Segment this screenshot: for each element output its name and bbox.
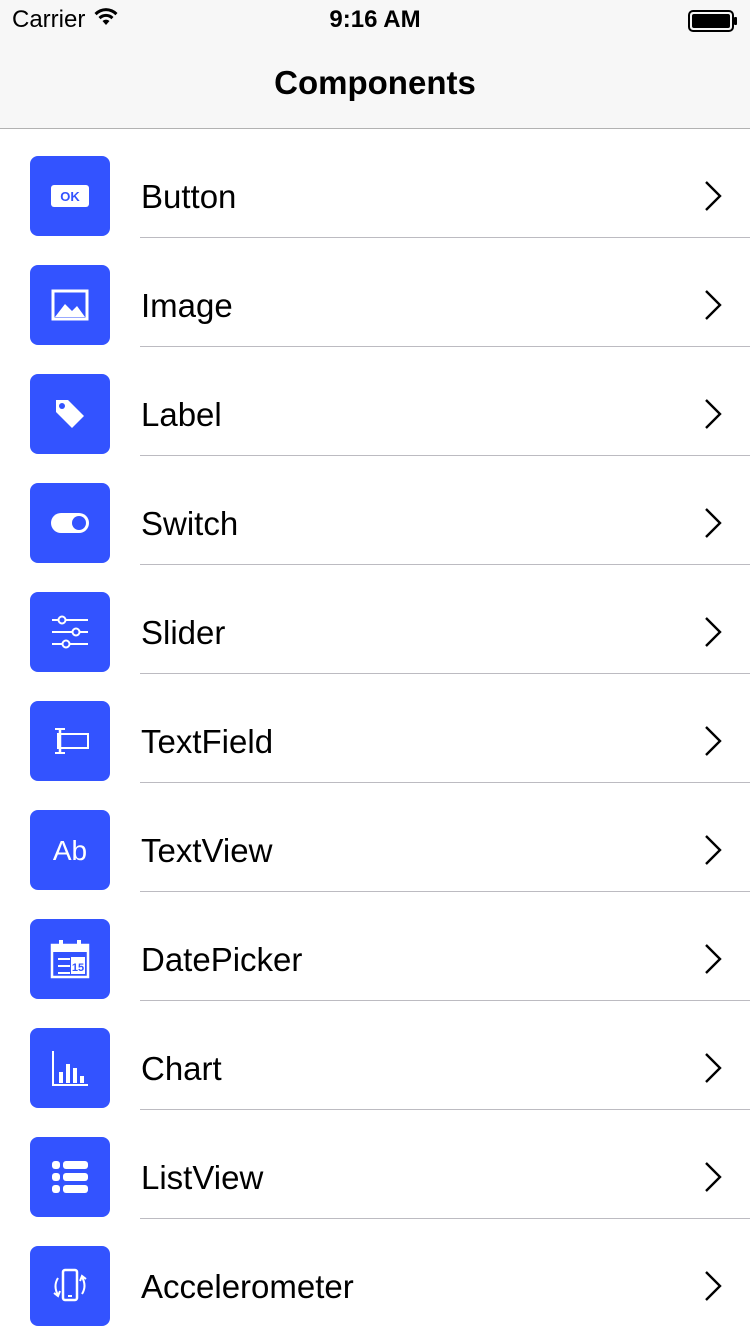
ok-icon-text: OK	[60, 189, 80, 204]
list-item-button[interactable]: OK Button	[0, 129, 750, 238]
list-item-switch[interactable]: Switch	[0, 456, 750, 565]
chevron-right-icon	[704, 834, 722, 871]
chevron-right-icon	[704, 943, 722, 980]
list-icon	[30, 1137, 110, 1217]
navigation-bar: Components	[0, 40, 750, 129]
bar-chart-icon	[30, 1028, 110, 1108]
list-item-textview[interactable]: Ab TextView	[0, 783, 750, 892]
components-list: OK Button Image Label Switch Slider Text…	[0, 129, 750, 1328]
list-item-datepicker[interactable]: 15 DatePicker	[0, 892, 750, 1001]
text-field-icon	[30, 701, 110, 781]
list-item-accelerometer[interactable]: Accelerometer	[0, 1219, 750, 1328]
chevron-right-icon	[704, 1270, 722, 1307]
list-item-label: ListView	[141, 1159, 264, 1196]
list-item-label: Switch	[141, 505, 239, 542]
list-item-label: Chart	[141, 1050, 222, 1087]
chevron-right-icon	[704, 725, 722, 762]
chevron-right-icon	[704, 1161, 722, 1198]
toggle-icon	[30, 483, 110, 563]
calendar-icon: 15	[30, 919, 110, 999]
list-item-label: Slider	[141, 614, 226, 651]
list-item-label: Button	[141, 178, 237, 215]
sliders-icon	[30, 592, 110, 672]
clock: 9:16 AM	[329, 6, 421, 33]
page-title: Components	[274, 64, 476, 101]
ab-icon-text: Ab	[53, 835, 87, 866]
list-item-slider[interactable]: Slider	[0, 565, 750, 674]
image-icon	[30, 265, 110, 345]
chevron-right-icon	[704, 507, 722, 544]
list-item-image[interactable]: Image	[0, 238, 750, 347]
status-bar: Carrier 9:16 AM	[0, 0, 750, 40]
list-item-label: TextField	[141, 723, 274, 760]
list-item-listview[interactable]: ListView	[0, 1110, 750, 1219]
list-item-textfield[interactable]: TextField	[0, 674, 750, 783]
chevron-right-icon	[704, 1052, 722, 1089]
list-item-label: DatePicker	[141, 941, 303, 978]
ok-button-icon: OK	[30, 156, 110, 236]
tag-icon	[30, 374, 110, 454]
chevron-right-icon	[704, 616, 722, 653]
battery-icon	[688, 10, 738, 37]
calendar-day-text: 15	[72, 962, 84, 974]
phone-rotate-icon	[30, 1246, 110, 1326]
chevron-right-icon	[704, 398, 722, 435]
list-item-label: Label	[141, 396, 222, 433]
chevron-right-icon	[704, 289, 722, 326]
list-item-label: Accelerometer	[141, 1268, 354, 1305]
list-item-label-component[interactable]: Label	[0, 347, 750, 456]
list-item-label: Image	[141, 287, 233, 324]
text-ab-icon: Ab	[30, 810, 110, 890]
chevron-right-icon	[704, 180, 722, 217]
list-item-chart[interactable]: Chart	[0, 1001, 750, 1110]
list-item-label: TextView	[141, 832, 273, 869]
